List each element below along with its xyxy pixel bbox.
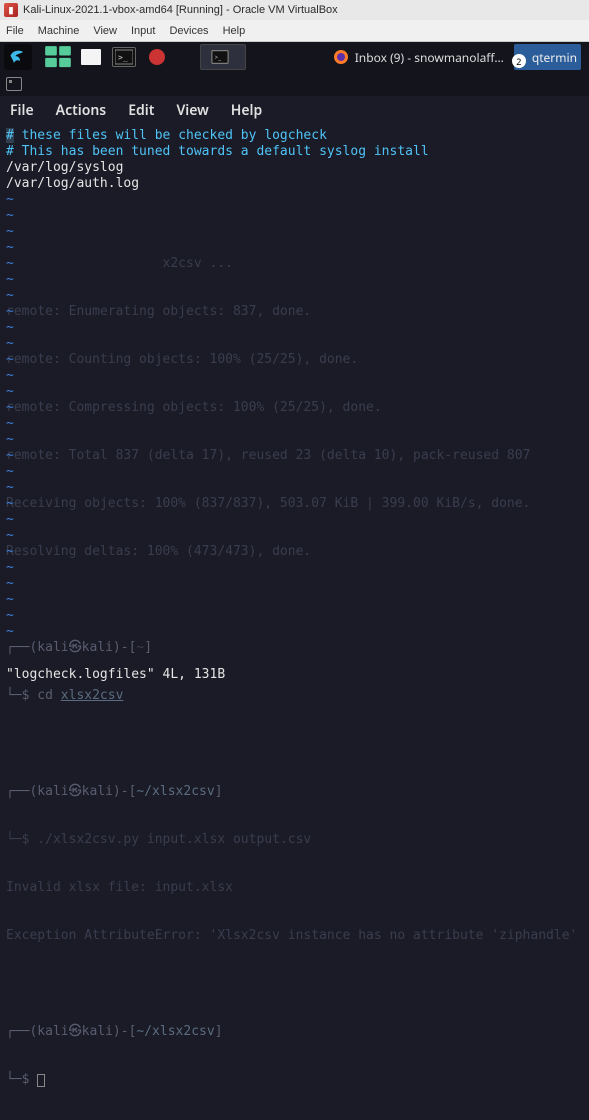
inbox-label: Inbox (9) - snowmanolaff… [355, 49, 504, 66]
terminal-menubar: File Actions Edit View Help [0, 96, 589, 124]
kali-menu-launcher[interactable] [4, 44, 32, 70]
vim-tilde: ~ [6, 576, 583, 592]
notif-badge: 2 [512, 54, 526, 68]
vim-line-2: # This has been tuned towards a default … [6, 144, 429, 159]
vim-tilde: ~ [6, 624, 583, 640]
vim-line-4: /var/log/auth.log [6, 176, 139, 191]
kali-dragon-icon [8, 47, 28, 67]
kali-taskbar: >_ >_ Inbox (9) - snowmanolaff… 2 qtermi… [0, 42, 589, 72]
vim-tilde: ~ [6, 608, 583, 624]
vim-tilde: ~ [6, 320, 583, 336]
vim-tilde: ~ [6, 208, 583, 224]
qterminal-label: qtermin [532, 49, 577, 66]
vbox-menu-machine[interactable]: Machine [38, 25, 80, 37]
terminal-titlebar[interactable] [0, 72, 589, 96]
panel-terminal1-launcher[interactable]: >_ [110, 44, 138, 70]
vbox-menu-input[interactable]: Input [131, 25, 155, 37]
svg-text:>_: >_ [118, 53, 128, 62]
vim-tilde: ~ [6, 480, 583, 496]
vbox-menu-devices[interactable]: Devices [169, 25, 208, 37]
taskbar-active-terminal[interactable]: >_ [200, 44, 246, 70]
terminal-icon: >_ [112, 47, 136, 67]
vim-tilde-column: ~~~~~~~~~~~~~~~~~~~~~~~~~~~~ [6, 192, 583, 640]
panel-bug-launcher[interactable] [143, 44, 171, 70]
vim-tilde: ~ [6, 336, 583, 352]
files-icon [44, 45, 72, 68]
vim-tilde: ~ [6, 432, 583, 448]
terminal-body[interactable]: x2csv ... remote: Enumerating objects: 8… [0, 124, 589, 689]
vim-tilde: ~ [6, 496, 583, 512]
virtualbox-icon: ▮ [4, 3, 18, 17]
virtualbox-menubar: File Machine View Input Devices Help [0, 20, 589, 42]
terminal-window-icon [6, 77, 22, 91]
term-menu-actions[interactable]: Actions [56, 101, 107, 120]
desktop-icon [81, 49, 101, 65]
vim-tilde: ~ [6, 288, 583, 304]
vim-line-3: /var/log/syslog [6, 160, 123, 175]
term-menu-file[interactable]: File [10, 101, 34, 120]
vim-tilde: ~ [6, 416, 583, 432]
vim-tilde: ~ [6, 224, 583, 240]
vim-tilde: ~ [6, 192, 583, 208]
vim-tilde: ~ [6, 528, 583, 544]
vbox-menu-view[interactable]: View [93, 25, 117, 37]
term-menu-edit[interactable]: Edit [128, 101, 154, 120]
vim-tilde: ~ [6, 400, 583, 416]
vim-tilde: ~ [6, 512, 583, 528]
vim-tilde: ~ [6, 368, 583, 384]
vim-tilde: ~ [6, 448, 583, 464]
svg-text:>_: >_ [215, 53, 222, 62]
terminal-window: File Actions Edit View Help x2csv ... re… [0, 72, 589, 689]
vim-tilde: ~ [6, 544, 583, 560]
virtualbox-titlebar: ▮ Kali-Linux-2021.1-vbox-amd64 [Running]… [0, 0, 589, 20]
vim-tilde: ~ [6, 272, 583, 288]
term-menu-help[interactable]: Help [231, 101, 263, 120]
vim-tilde: ~ [6, 560, 583, 576]
vim-tilde: ~ [6, 464, 583, 480]
taskbar-qterminal[interactable]: 2 qtermin [514, 44, 581, 70]
vbox-menu-help[interactable]: Help [223, 25, 246, 37]
terminal-icon: >_ [211, 50, 229, 64]
virtualbox-title: Kali-Linux-2021.1-vbox-amd64 [Running] -… [23, 4, 338, 16]
panel-desktop-launcher[interactable] [77, 44, 105, 70]
vim-tilde: ~ [6, 592, 583, 608]
bug-icon [148, 48, 166, 66]
vim-tilde: ~ [6, 240, 583, 256]
vim-tilde: ~ [6, 352, 583, 368]
taskbar-firefox-inbox[interactable]: Inbox (9) - snowmanolaff… [327, 44, 510, 70]
firefox-icon [333, 49, 349, 65]
terminal-foreground-text: # these files will be checked by logchec… [6, 128, 583, 640]
term-menu-view[interactable]: View [176, 101, 208, 120]
vim-tilde: ~ [6, 256, 583, 272]
vim-line-1-hash: # [6, 128, 14, 143]
vim-line-1: these files will be checked by logcheck [14, 128, 327, 143]
vim-tilde: ~ [6, 304, 583, 320]
vim-tilde: ~ [6, 384, 583, 400]
vbox-menu-file[interactable]: File [6, 25, 24, 37]
panel-files-launcher[interactable] [44, 44, 72, 70]
